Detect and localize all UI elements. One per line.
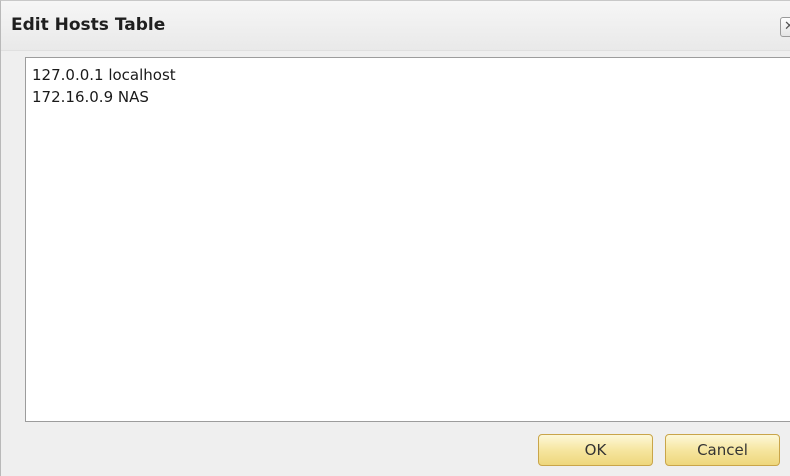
close-button[interactable]: ✕	[780, 17, 790, 37]
cancel-button[interactable]: Cancel	[665, 434, 780, 466]
close-icon: ✕	[784, 19, 790, 35]
hosts-table-textarea[interactable]: 127.0.0.1 localhost 172.16.0.9 NAS	[25, 57, 790, 422]
dialog-title: Edit Hosts Table	[11, 15, 166, 35]
edit-hosts-dialog: Edit Hosts Table ✕ 127.0.0.1 localhost 1…	[0, 0, 790, 476]
ok-button[interactable]: OK	[538, 434, 653, 466]
dialog-titlebar: Edit Hosts Table ✕	[1, 1, 790, 51]
